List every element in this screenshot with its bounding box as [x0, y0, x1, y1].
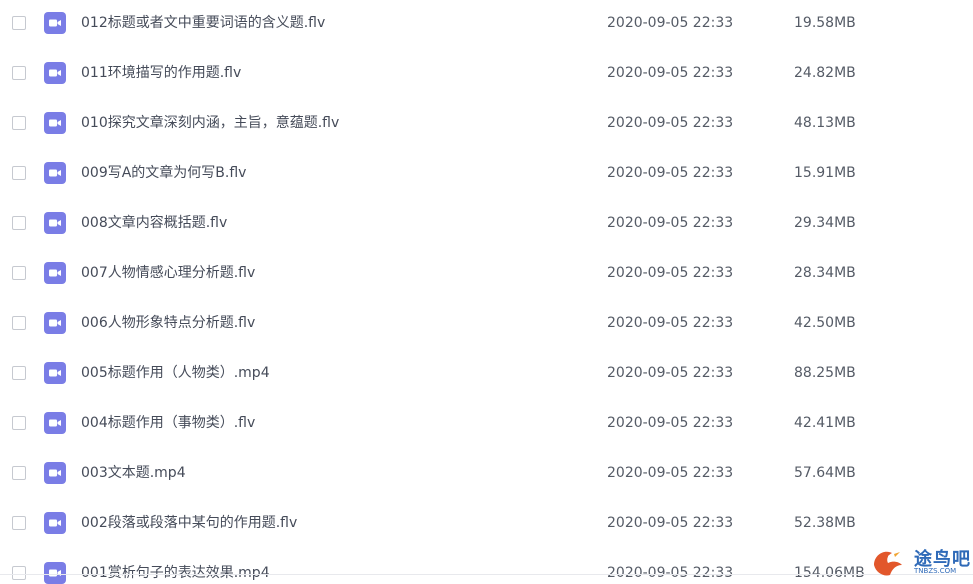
- file-name[interactable]: 008文章内容概括题.flv: [81, 214, 227, 232]
- row-checkbox[interactable]: [12, 316, 26, 330]
- file-date: 2020-09-05 22:33: [607, 465, 734, 481]
- video-file-icon: [44, 262, 66, 284]
- file-row[interactable]: 006人物形象特点分析题.flv 2020-09-05 22:33 42.50M…: [0, 300, 973, 350]
- row-checkbox[interactable]: [12, 16, 26, 30]
- file-date: 2020-09-05 22:33: [607, 565, 734, 581]
- watermark-subtext: TNBZS.COM: [914, 567, 957, 575]
- file-name[interactable]: 011环境描写的作用题.flv: [81, 64, 241, 82]
- row-checkbox[interactable]: [12, 116, 26, 130]
- file-date: 2020-09-05 22:33: [607, 165, 734, 181]
- row-checkbox[interactable]: [12, 466, 26, 480]
- file-name[interactable]: 005标题作用（人物类）.mp4: [81, 364, 270, 382]
- file-size: 29.34MB: [794, 215, 856, 231]
- file-name[interactable]: 010探究文章深刻内涵，主旨，意蕴题.flv: [81, 114, 339, 132]
- file-date: 2020-09-05 22:33: [607, 15, 734, 31]
- file-size: 42.50MB: [794, 315, 856, 331]
- file-size: 24.82MB: [794, 65, 856, 81]
- video-file-icon: [44, 62, 66, 84]
- file-name[interactable]: 003文本题.mp4: [81, 464, 186, 482]
- file-size: 19.58MB: [794, 15, 856, 31]
- file-date: 2020-09-05 22:33: [607, 215, 734, 231]
- file-row[interactable]: 003文本题.mp4 2020-09-05 22:33 57.64MB: [0, 450, 973, 500]
- row-checkbox[interactable]: [12, 166, 26, 180]
- video-file-icon: [44, 112, 66, 134]
- file-name[interactable]: 007人物情感心理分析题.flv: [81, 264, 255, 282]
- row-checkbox[interactable]: [12, 416, 26, 430]
- file-name[interactable]: 009写A的文章为何写B.flv: [81, 164, 246, 182]
- file-size: 88.25MB: [794, 365, 856, 381]
- video-file-icon: [44, 312, 66, 334]
- video-file-icon: [44, 12, 66, 34]
- file-row[interactable]: 007人物情感心理分析题.flv 2020-09-05 22:33 28.34M…: [0, 250, 973, 300]
- file-name[interactable]: 012标题或者文中重要词语的含义题.flv: [81, 14, 325, 32]
- video-file-icon: [44, 562, 66, 584]
- file-size: 15.91MB: [794, 165, 856, 181]
- file-size: 42.41MB: [794, 415, 856, 431]
- file-row[interactable]: 012标题或者文中重要词语的含义题.flv 2020-09-05 22:33 1…: [0, 0, 973, 50]
- file-date: 2020-09-05 22:33: [607, 265, 734, 281]
- file-row[interactable]: 008文章内容概括题.flv 2020-09-05 22:33 29.34MB: [0, 200, 973, 250]
- file-row[interactable]: 004标题作用（事物类）.flv 2020-09-05 22:33 42.41M…: [0, 400, 973, 450]
- file-date: 2020-09-05 22:33: [607, 415, 734, 431]
- row-checkbox[interactable]: [12, 266, 26, 280]
- file-list: 012标题或者文中重要词语的含义题.flv 2020-09-05 22:33 1…: [0, 0, 973, 584]
- file-name[interactable]: 001赏析句子的表达效果.mp4: [81, 564, 270, 582]
- file-name[interactable]: 006人物形象特点分析题.flv: [81, 314, 255, 332]
- video-file-icon: [44, 162, 66, 184]
- video-file-icon: [44, 412, 66, 434]
- row-checkbox[interactable]: [12, 216, 26, 230]
- list-bottom-divider: [0, 574, 973, 575]
- file-name[interactable]: 002段落或段落中某句的作用题.flv: [81, 514, 297, 532]
- file-size: 52.38MB: [794, 515, 856, 531]
- file-row[interactable]: 002段落或段落中某句的作用题.flv 2020-09-05 22:33 52.…: [0, 500, 973, 550]
- site-watermark: 途鸟吧 TNBZS.COM: [868, 543, 970, 581]
- file-date: 2020-09-05 22:33: [607, 365, 734, 381]
- video-file-icon: [44, 212, 66, 234]
- file-date: 2020-09-05 22:33: [607, 115, 734, 131]
- file-row[interactable]: 001赏析句子的表达效果.mp4 2020-09-05 22:33 154.06…: [0, 550, 973, 584]
- file-date: 2020-09-05 22:33: [607, 65, 734, 81]
- row-checkbox[interactable]: [12, 566, 26, 580]
- video-file-icon: [44, 462, 66, 484]
- video-file-icon: [44, 362, 66, 384]
- file-size: 48.13MB: [794, 115, 856, 131]
- row-checkbox[interactable]: [12, 66, 26, 80]
- file-name[interactable]: 004标题作用（事物类）.flv: [81, 414, 255, 432]
- file-row[interactable]: 009写A的文章为何写B.flv 2020-09-05 22:33 15.91M…: [0, 150, 973, 200]
- file-row[interactable]: 010探究文章深刻内涵，主旨，意蕴题.flv 2020-09-05 22:33 …: [0, 100, 973, 150]
- file-size: 154.06MB: [794, 565, 865, 581]
- file-size: 28.34MB: [794, 265, 856, 281]
- file-row[interactable]: 005标题作用（人物类）.mp4 2020-09-05 22:33 88.25M…: [0, 350, 973, 400]
- file-date: 2020-09-05 22:33: [607, 315, 734, 331]
- file-date: 2020-09-05 22:33: [607, 515, 734, 531]
- row-checkbox[interactable]: [12, 366, 26, 380]
- file-size: 57.64MB: [794, 465, 856, 481]
- row-checkbox[interactable]: [12, 516, 26, 530]
- video-file-icon: [44, 512, 66, 534]
- file-row[interactable]: 011环境描写的作用题.flv 2020-09-05 22:33 24.82MB: [0, 50, 973, 100]
